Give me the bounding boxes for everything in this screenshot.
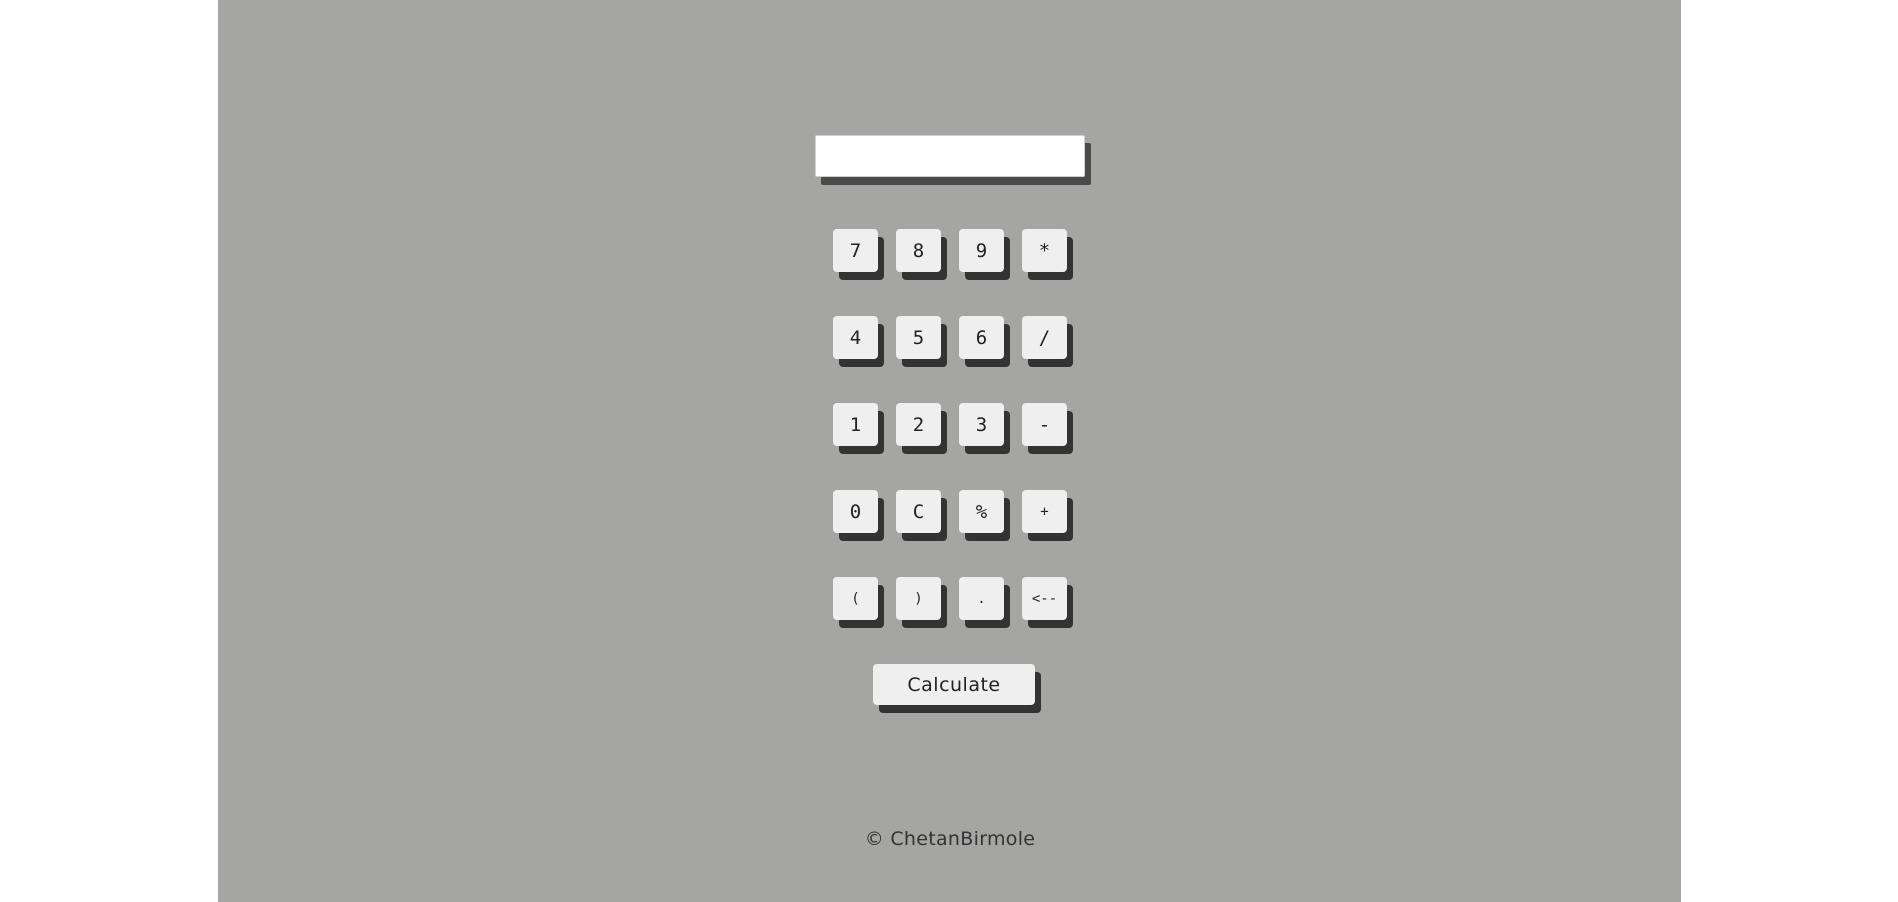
key-2[interactable]: 2: [896, 403, 941, 446]
key-4[interactable]: 4: [833, 316, 878, 359]
key-multiply[interactable]: *: [1022, 229, 1067, 272]
key-backspace[interactable]: <--: [1022, 577, 1067, 620]
key-open-paren[interactable]: (: [833, 577, 878, 620]
key-6[interactable]: 6: [959, 316, 1004, 359]
key-1[interactable]: 1: [833, 403, 878, 446]
calculate-button[interactable]: Calculate: [873, 664, 1035, 705]
key-percent[interactable]: %: [959, 490, 1004, 533]
key-5[interactable]: 5: [896, 316, 941, 359]
key-3[interactable]: 3: [959, 403, 1004, 446]
key-divide[interactable]: /: [1022, 316, 1067, 359]
key-subtract[interactable]: -: [1022, 403, 1067, 446]
display-input[interactable]: [815, 135, 1085, 177]
key-decimal[interactable]: .: [959, 577, 1004, 620]
key-8[interactable]: 8: [896, 229, 941, 272]
key-close-paren[interactable]: ): [896, 577, 941, 620]
key-clear[interactable]: C: [896, 490, 941, 533]
footer-copyright: © ChetanBirmole: [864, 828, 1036, 850]
key-add[interactable]: +: [1022, 490, 1067, 533]
key-9[interactable]: 9: [959, 229, 1004, 272]
key-0[interactable]: 0: [833, 490, 878, 533]
key-7[interactable]: 7: [833, 229, 878, 272]
